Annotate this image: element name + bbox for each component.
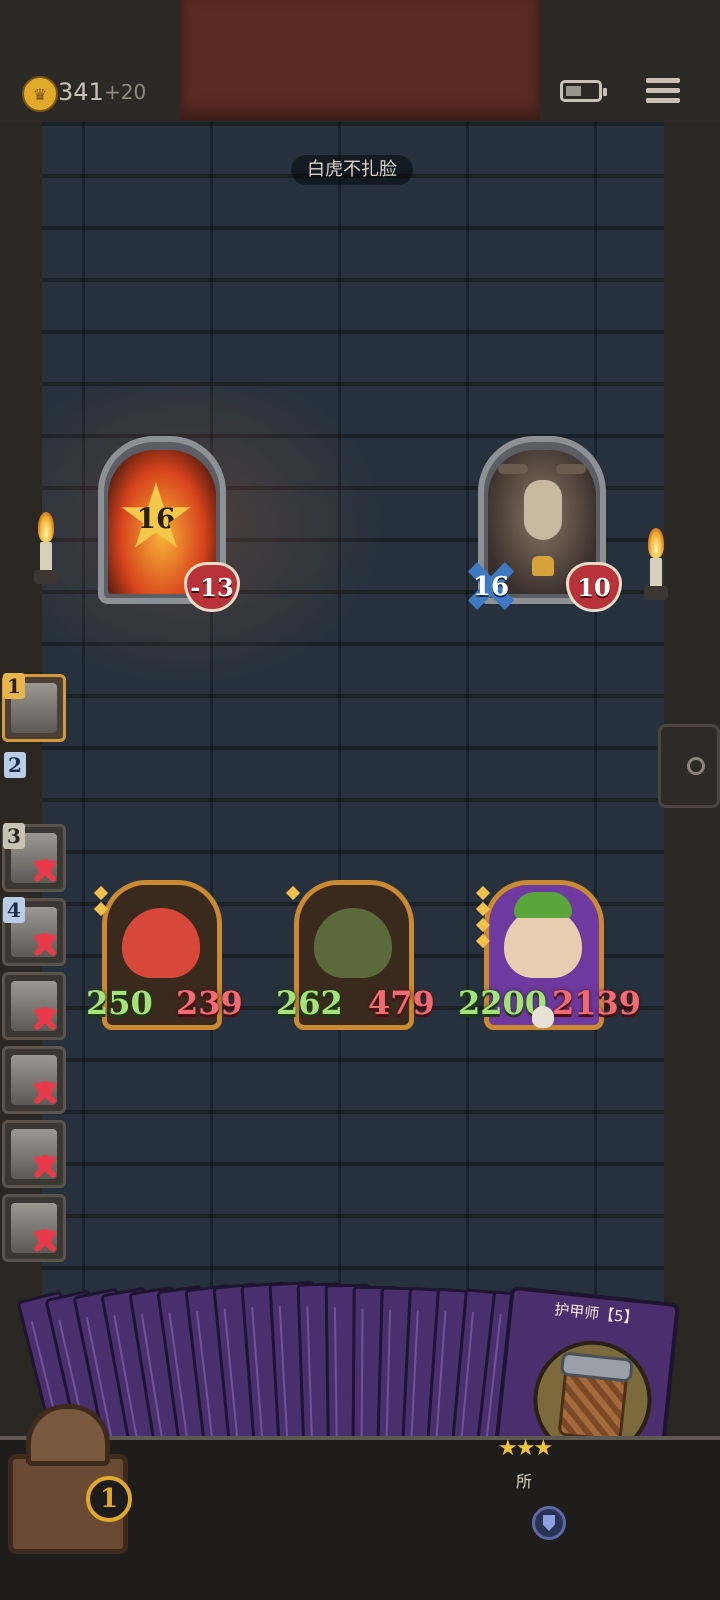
card-stars: ★★★ [498,1436,553,1461]
shield-icon[interactable] [532,1506,566,1540]
battery-icon [560,80,607,102]
queue-order: 2 [4,752,26,778]
chest-lid [26,1404,110,1466]
top-bar: ♛ 341 +20 [0,0,720,126]
room-title: 白虎不扎脸 [291,155,413,185]
stage-curtain [180,0,540,120]
goat-head [524,480,562,540]
gold-amount: 341 [58,78,104,106]
hero-health: 239 [176,984,243,1022]
queue-slot[interactable]: 1 [2,673,66,742]
enemy-fire-spirit[interactable]: 16 -13 [92,430,240,612]
dungeon-wall [42,122,664,1422]
queue-order: 1 [3,673,25,699]
skull-icon [31,931,59,959]
skull-icon [31,1153,59,1181]
gold-coin-icon: ♛ [22,76,58,112]
armor-icon: 16 [468,562,514,610]
turn-queue: 1 2 3 4 [0,668,70,1288]
card-text: 所 [516,1472,533,1491]
goblin-witch-portrait [314,908,392,978]
torch-right-icon [644,528,668,608]
horn-left [498,464,528,474]
torch-left-icon [34,512,58,592]
enemy-health: 10 [577,572,611,602]
skull-icon [532,1006,554,1028]
leaf-girl-portrait [504,908,582,978]
enemy-goat-bellkeeper[interactable]: 16 10 [468,430,622,612]
skull-icon [31,1227,59,1255]
game-screen: ♛ 341 +20 白虎不扎脸 16 -13 16 10 1 2 3 4 250… [0,0,720,1600]
chest-count: 1 [86,1476,132,1522]
skull-icon [31,857,59,885]
queue-slot[interactable]: 4 [2,897,66,966]
side-door[interactable] [658,724,720,808]
hero-health: 2139 [552,984,642,1022]
skull-icon [31,1005,59,1033]
card-title: 护甲师【5】 [553,1300,640,1328]
queue-slot[interactable] [2,972,66,1040]
skull-icon [31,1079,59,1107]
leaf-hair [514,892,572,918]
bell-icon [532,556,554,576]
queue-slot[interactable] [2,1046,66,1114]
enemy-health: -13 [190,572,234,602]
queue-order: 3 [3,823,25,849]
queue-slot[interactable]: 3 [2,823,66,892]
queue-order: 4 [3,897,25,923]
hero-health: 479 [368,984,435,1022]
gold-bonus: +20 [104,80,147,104]
horn-right [556,464,586,474]
hero-attack: 250 [86,984,153,1022]
treasure-chest[interactable]: 1 [8,1404,148,1574]
red-imp-portrait [122,908,200,978]
heart-icon: -13 [184,562,240,612]
queue-slot-empty: 2 [4,752,26,780]
queue-slot[interactable] [2,1120,66,1188]
menu-icon[interactable] [646,76,680,106]
hero-attack: 262 [276,984,343,1022]
enemy-armor: 16 [472,572,510,602]
queue-slot[interactable] [2,1194,66,1262]
